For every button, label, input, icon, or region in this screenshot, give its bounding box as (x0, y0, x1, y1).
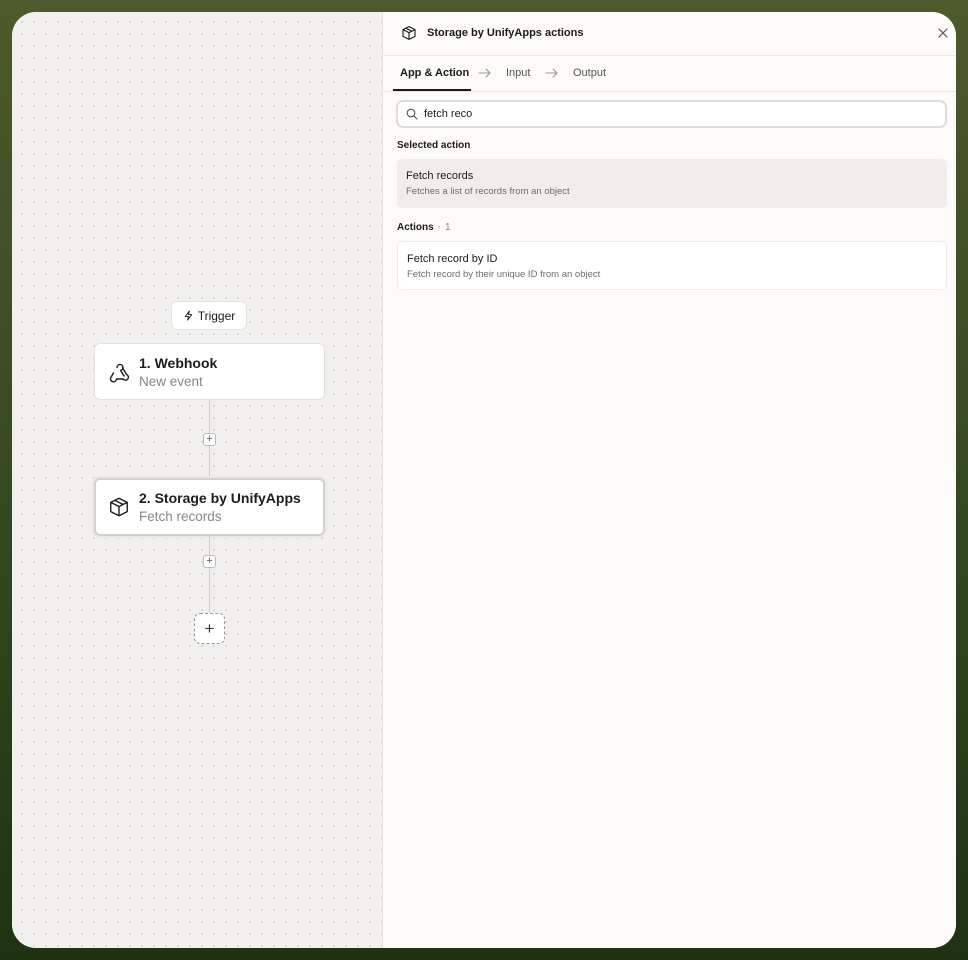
node-subtitle: Fetch records (139, 509, 222, 524)
webhook-icon (107, 360, 131, 384)
connector-line (209, 446, 210, 478)
action-description: Fetches a list of records from an object (406, 186, 570, 197)
lightning-icon (184, 310, 192, 321)
selected-action-heading: Selected action (397, 140, 471, 151)
workflow-node-storage[interactable]: 2. Storage by UnifyApps Fetch records (94, 478, 325, 536)
node-subtitle: New event (139, 373, 203, 389)
action-title: Fetch record by ID (407, 253, 498, 265)
workflow-canvas[interactable]: Trigger 1. Webhook New event + 2. Storag… (12, 12, 383, 948)
add-step-button[interactable]: + (203, 433, 216, 446)
tab-output[interactable]: Output (573, 67, 606, 79)
trigger-label: Trigger (197, 308, 236, 323)
selected-action-card[interactable]: Fetch records Fetches a list of records … (397, 159, 947, 208)
panel-title: Storage by UnifyApps actions (427, 27, 584, 39)
search-input[interactable] (424, 108, 924, 120)
actions-panel: Storage by UnifyApps actions App & Actio… (382, 12, 956, 948)
app-window: Trigger 1. Webhook New event + 2. Storag… (12, 12, 956, 948)
tab-app-action[interactable]: App & Action (400, 67, 469, 79)
connector-line (209, 536, 210, 556)
step-tabs: App & Action Input Output (383, 56, 956, 92)
add-new-step-button[interactable]: + (194, 613, 225, 644)
tab-input[interactable]: Input (506, 67, 530, 79)
node-title: 2. Storage by UnifyApps (139, 490, 301, 506)
close-icon[interactable] (937, 27, 949, 39)
actions-heading: Actions · 1 (397, 222, 451, 233)
connector-line (209, 400, 210, 434)
actions-count: 1 (445, 222, 451, 233)
box-icon (107, 495, 131, 519)
add-step-button[interactable]: + (203, 555, 216, 568)
actions-heading-label: Actions (397, 222, 434, 233)
trigger-button[interactable]: Trigger (171, 301, 247, 330)
separator-dot: · (437, 222, 442, 233)
arrow-right-icon (478, 68, 491, 78)
action-list-item[interactable]: Fetch record by ID Fetch record by their… (397, 241, 947, 290)
active-tab-indicator (393, 89, 471, 91)
workflow-node-webhook[interactable]: 1. Webhook New event (94, 343, 325, 400)
connector-line (209, 568, 210, 613)
arrow-right-icon (545, 68, 558, 78)
action-search[interactable] (396, 100, 947, 128)
action-description: Fetch record by their unique ID from an … (407, 269, 601, 280)
node-title: 1. Webhook (139, 354, 218, 371)
box-icon (402, 26, 416, 40)
action-title: Fetch records (406, 170, 474, 182)
search-icon (406, 108, 418, 120)
panel-header: Storage by UnifyApps actions (383, 12, 956, 56)
